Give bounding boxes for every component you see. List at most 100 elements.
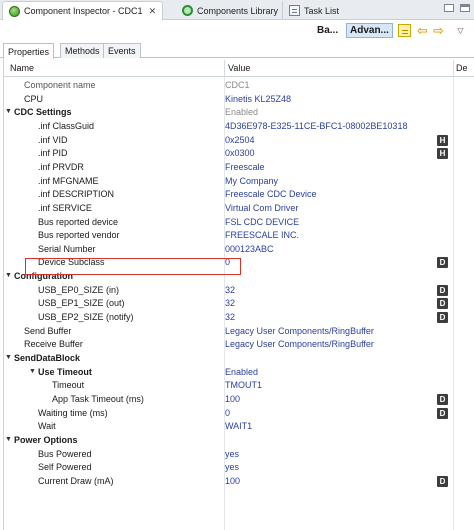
property-name: .inf VID [38,134,68,145]
tab-task-list[interactable]: Task List [282,1,345,20]
table-row[interactable]: ▼ Use Timeout Enabled [4,366,474,380]
property-value[interactable]: Enabled [225,367,258,377]
property-name: Self Powered [38,462,92,473]
table-row[interactable]: Wait WAIT1 [4,420,474,434]
table-row[interactable]: Receive Buffer Legacy User Components/Rin… [4,338,474,352]
table-row[interactable]: .inf VID 0x2504 H [4,134,474,148]
table-row[interactable]: App Task Timeout (ms) 100 D [4,393,474,407]
sticky-note-icon[interactable] [398,24,411,37]
table-row[interactable]: Bus reported device FSL CDC DEVICE [4,216,474,230]
table-row[interactable]: .inf PID 0x0300 H [4,147,474,161]
table-row[interactable]: Serial Number 000123ABC [4,243,474,257]
property-value[interactable]: yes [225,449,239,459]
minimize-icon[interactable] [444,4,454,12]
property-value[interactable]: Enabled [225,107,258,117]
property-value[interactable]: 32 [225,285,235,295]
property-value[interactable]: Legacy User Components/RingBuffer [225,326,374,336]
table-row[interactable]: .inf SERVICE Virtual Com Driver [4,202,474,216]
hex-format-icon[interactable]: H [437,148,448,160]
table-row[interactable]: .inf PRVDR Freescale [4,161,474,175]
close-icon[interactable]: ✕ [149,6,157,17]
table-row[interactable]: .inf DESCRIPTION Freescale CDC Device [4,188,474,202]
arrow-right-icon[interactable]: ⇨ [432,24,445,37]
hex-format-icon[interactable]: H [437,134,448,146]
property-value[interactable]: 100 [225,476,240,486]
arrow-left-icon[interactable]: ⇦ [416,24,429,37]
property-value[interactable]: FREESCALE INC. [225,230,299,240]
decimal-format-icon[interactable]: D [437,298,448,310]
property-value[interactable]: Freescale CDC Device [225,189,317,199]
column-header-name[interactable]: Name [10,63,34,73]
table-row[interactable]: Bus Powered yes [4,448,474,462]
property-value[interactable]: yes [225,462,239,472]
property-value[interactable]: Kinetis KL25Z48 [225,94,291,104]
column-divider[interactable] [224,60,225,77]
tab-component-inspector[interactable]: Component Inspector - CDC1 ✕ [2,1,164,20]
table-row[interactable]: .inf ClassGuid 4D36E978-E325-11CE-BFC1-08… [4,120,474,134]
table-row[interactable]: Send Buffer Legacy User Components/RingBu… [4,325,474,339]
property-name: Current Draw (mA) [38,475,114,486]
expand-collapse-icon[interactable]: ▼ [5,436,12,443]
table-row[interactable]: ▼ CDC Settings Enabled [4,106,474,120]
tab-components-library[interactable]: Components Library [176,1,284,20]
property-value[interactable]: 100 [225,394,240,404]
table-row[interactable]: Current Draw (mA) 100 D [4,475,474,489]
property-name: Receive Buffer [24,339,83,350]
decimal-format-icon[interactable]: D [437,407,448,419]
decimal-format-icon[interactable]: D [437,475,448,487]
table-row[interactable]: .inf MFGNAME My Company [4,175,474,189]
property-name: USB_EP2_SIZE (notify) [38,312,134,323]
property-value[interactable]: WAIT1 [225,421,252,431]
property-name: .inf DESCRIPTION [38,189,115,200]
table-row[interactable]: USB_EP2_SIZE (notify) 32 D [4,311,474,325]
table-row[interactable]: Timeout TMOUT1 [4,379,474,393]
property-name: Bus reported device [38,216,119,227]
column-divider[interactable] [453,60,454,77]
property-name: Power Options [14,434,78,445]
property-value[interactable]: Legacy User Components/RingBuffer [225,339,374,349]
table-row[interactable]: USB_EP1_SIZE (out) 32 D [4,297,474,311]
table-row[interactable]: USB_EP0_SIZE (in) 32 D [4,284,474,298]
property-value[interactable]: 4D36E978-E325-11CE-BFC1-08002BE10318 [225,121,407,131]
table-row[interactable]: Component name CDC1 [4,79,474,93]
view-menu-icon[interactable]: ▽ [454,24,467,37]
advanced-mode-button[interactable]: Advan... [346,23,393,38]
maximize-icon[interactable] [460,4,470,12]
property-value[interactable]: 0 [225,408,230,418]
property-value[interactable]: Virtual Com Driver [225,203,298,213]
property-value[interactable]: TMOUT1 [225,380,262,390]
expand-collapse-icon[interactable]: ▼ [5,108,12,115]
property-value[interactable]: My Company [225,176,278,186]
table-row[interactable]: Bus reported vendor FREESCALE INC. [4,229,474,243]
property-value[interactable]: FSL CDC DEVICE [225,217,299,227]
property-value[interactable]: 32 [225,298,235,308]
column-header-value[interactable]: Value [228,63,250,73]
tab-components-library-label: Components Library [197,5,279,16]
tab-methods[interactable]: Methods [60,43,105,58]
property-name: CDC Settings [14,107,72,118]
table-row[interactable]: CPU Kinetis KL25Z48 [4,93,474,107]
table-row[interactable]: Waiting time (ms) 0 D [4,407,474,421]
property-value[interactable]: 32 [225,312,235,322]
property-value[interactable]: Freescale [225,162,265,172]
property-value[interactable]: 0x2504 [225,135,255,145]
basic-mode-button[interactable]: Ba... [314,23,341,38]
table-row[interactable]: ▼ SendDataBlock [4,352,474,366]
tab-properties[interactable]: Properties [3,43,55,59]
decimal-format-icon[interactable]: D [437,393,448,405]
expand-collapse-icon[interactable]: ▼ [5,272,12,279]
tab-events[interactable]: Events [103,43,141,58]
decimal-format-icon[interactable]: D [437,312,448,324]
property-value[interactable]: 0x0300 [225,148,255,158]
table-row[interactable]: Self Powered yes [4,461,474,475]
expand-collapse-icon[interactable]: ▼ [29,368,36,375]
expand-collapse-icon[interactable]: ▼ [5,354,12,361]
property-value[interactable]: 000123ABC [225,244,274,254]
property-value[interactable]: CDC1 [225,80,250,90]
decimal-format-icon[interactable]: D [437,257,448,269]
column-header-details[interactable]: De [456,63,468,73]
decimal-format-icon[interactable]: D [437,284,448,296]
table-row[interactable]: ▼ Power Options [4,434,474,448]
property-name: Timeout [52,380,85,391]
property-name: Serial Number [38,243,96,254]
